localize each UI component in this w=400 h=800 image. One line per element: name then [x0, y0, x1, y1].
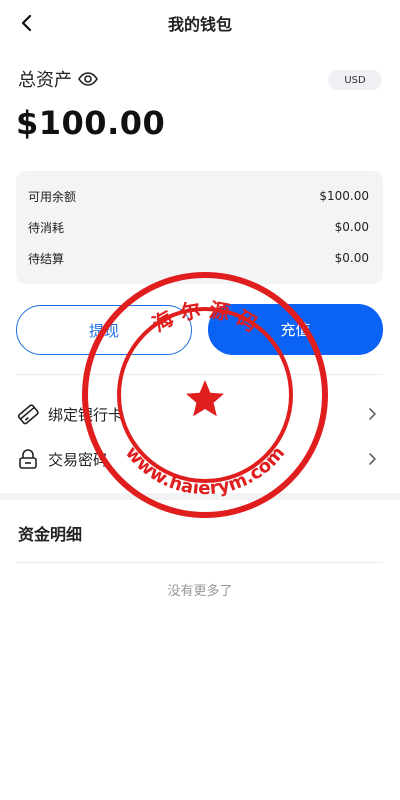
withdraw-button[interactable]: 提现: [16, 305, 192, 355]
eye-icon[interactable]: [78, 68, 100, 90]
wallet-page: 我的钱包 总资产 USD $100.00 可用余额 $100.00 待消耗 $0…: [0, 0, 400, 800]
lock-icon: [16, 447, 40, 471]
menu-item-bind-bank-card[interactable]: 绑定银行卡: [16, 394, 383, 434]
balance-row-label: 待结算: [28, 251, 65, 266]
currency-selector[interactable]: USD: [328, 70, 382, 90]
section-separator: [0, 493, 400, 500]
divider: [16, 562, 383, 563]
balance-row-label: 可用余额: [28, 189, 77, 204]
bank-card-icon: [16, 402, 40, 426]
page-title: 我的钱包: [167, 15, 232, 34]
balance-row-available: 可用余额 $100.00: [28, 186, 369, 206]
divider: [16, 374, 383, 375]
menu-item-label: 绑定银行卡: [48, 405, 124, 424]
chevron-right-icon: [365, 451, 381, 467]
balance-row-value: $0.00: [334, 220, 369, 234]
balance-row-value: $100.00: [319, 189, 369, 203]
menu-item-label: 交易密码: [48, 450, 109, 469]
total-assets-label: 总资产: [18, 70, 72, 91]
total-assets-amount: $100.00: [16, 104, 166, 142]
balance-row-pending-settle: 待结算 $0.00: [28, 248, 369, 268]
menu-item-trade-password[interactable]: 交易密码: [16, 439, 383, 479]
empty-list-text: 没有更多了: [167, 584, 233, 599]
recharge-button[interactable]: 充值: [208, 304, 383, 355]
back-arrow-icon[interactable]: [12, 8, 42, 38]
chevron-right-icon: [365, 406, 381, 422]
fund-details-title: 资金明细: [18, 525, 83, 544]
header: 我的钱包: [0, 0, 400, 46]
total-assets-row: 总资产: [18, 66, 100, 92]
balance-card: 可用余额 $100.00 待消耗 $0.00 待结算 $0.00: [16, 171, 383, 284]
balance-row-pending-consume: 待消耗 $0.00: [28, 217, 369, 237]
balance-row-value: $0.00: [334, 251, 369, 265]
balance-row-label: 待消耗: [28, 220, 65, 235]
